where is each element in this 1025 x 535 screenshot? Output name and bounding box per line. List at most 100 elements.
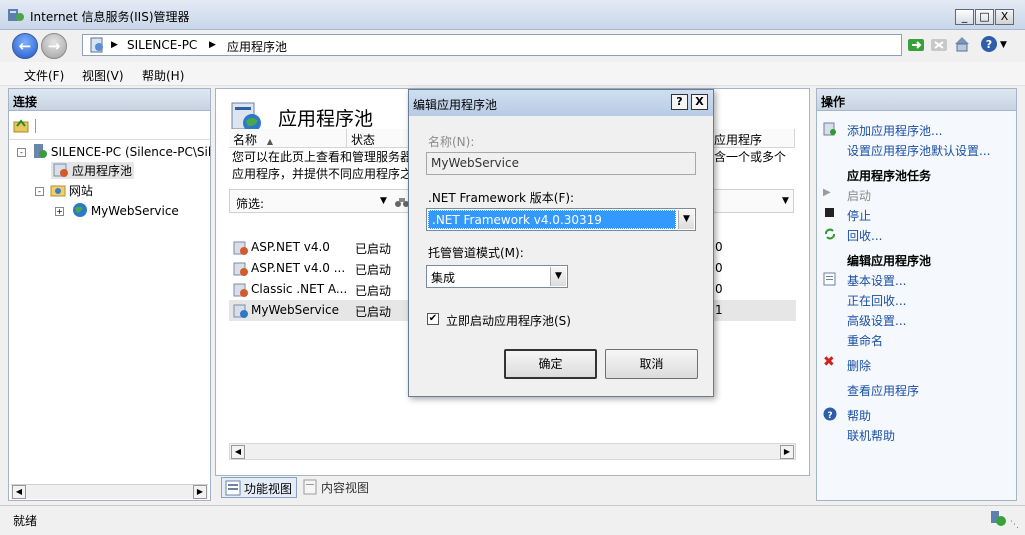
start-icon: ▶ — [823, 187, 831, 198]
menu-file[interactable]: 文件(F) — [24, 67, 64, 84]
dialog-help-button[interactable]: ? — [671, 94, 688, 110]
minimize-button[interactable]: _ — [955, 9, 974, 25]
scroll-right-icon[interactable]: ▶ — [193, 485, 207, 499]
expand-toggle-icon[interactable]: + — [55, 207, 64, 216]
cancel-button[interactable]: 取消 — [605, 349, 698, 379]
tab-feature-view[interactable]: 功能视图 — [221, 477, 297, 498]
address-segment-app-pools[interactable]: 应用程序池 — [227, 38, 287, 55]
pipeline-label: 托管管道模式(M): — [428, 246, 524, 260]
app-pool-icon — [233, 304, 248, 318]
app-pool-icon — [233, 241, 248, 255]
actions-pane: 操作 添加应用程序池... 设置应用程序池默认设置... 应用程序池任务 ▶ 启… — [816, 88, 1017, 501]
address-separator: ▶ — [111, 40, 118, 50]
feature-view-icon — [225, 480, 241, 496]
connections-header: 连接 — [9, 89, 210, 111]
action-set-defaults[interactable]: 设置应用程序池默认设置... — [847, 142, 990, 159]
framework-select[interactable]: .NET Framework v4.0.30319 ▼ — [426, 208, 696, 231]
name-label: 名称(N): — [428, 135, 475, 149]
cell-status: 已启动 — [355, 284, 392, 298]
tree-node-sites[interactable]: - 网站 — [35, 182, 93, 199]
content-view-icon — [303, 479, 317, 495]
tree-horizontal-scrollbar[interactable]: ◀ ▶ — [11, 484, 208, 499]
group-dropdown-arrow[interactable]: ▼ — [782, 196, 789, 206]
connect-icon[interactable] — [13, 118, 29, 134]
stop-loading-icon[interactable] — [930, 36, 948, 54]
tree-label: MyWebService — [90, 204, 179, 218]
action-online-help[interactable]: 联机帮助 — [847, 427, 895, 444]
cell-apps: 0 — [715, 240, 723, 254]
tree-label: 应用程序池 — [72, 164, 133, 178]
help-circle-icon: ? — [823, 407, 837, 421]
scroll-left-icon[interactable]: ◀ — [12, 485, 26, 499]
cell-apps: 0 — [715, 261, 723, 275]
cell-name: ASP.NET v4.0 — [251, 240, 330, 254]
autostart-checkbox[interactable]: ✔ — [427, 313, 439, 325]
action-start[interactable]: 启动 — [847, 187, 871, 204]
address-segment-server[interactable]: SILENCE-PC — [127, 38, 197, 52]
scroll-right-icon[interactable]: ▶ — [780, 445, 794, 459]
forward-arrow-icon[interactable]: → — [41, 33, 67, 59]
menu-help[interactable]: 帮助(H) — [142, 67, 184, 84]
help-icon[interactable]: ? — [980, 35, 998, 53]
action-recycle[interactable]: 回收... — [847, 227, 882, 244]
action-stop[interactable]: 停止 — [847, 207, 871, 224]
scroll-left-icon[interactable]: ◀ — [231, 445, 245, 459]
dialog-close-button[interactable]: X — [691, 94, 708, 110]
collapse-toggle-icon[interactable]: - — [35, 187, 44, 196]
add-pool-icon — [823, 122, 836, 136]
address-bar[interactable]: ▶ SILENCE-PC ▶ 应用程序池 — [82, 34, 902, 56]
refresh-icon[interactable] — [907, 36, 925, 54]
website-globe-icon — [72, 203, 87, 217]
connections-pane: 连接 - SILENCE-PC (Silence-PC\Sil 应用程序池 - … — [8, 88, 211, 501]
ok-button[interactable]: 确定 — [504, 349, 597, 379]
tree-divider — [9, 139, 210, 140]
column-name-label: 名称 — [233, 133, 258, 147]
cell-status: 已启动 — [355, 242, 392, 256]
filter-dropdown-arrow[interactable]: ▼ — [380, 196, 387, 206]
stop-icon — [825, 208, 834, 217]
list-horizontal-scrollbar[interactable]: ◀ ▶ — [229, 443, 796, 460]
tree-node-mywebservice[interactable]: + MyWebService — [55, 202, 179, 218]
cell-name: MyWebService — [251, 303, 339, 317]
filter-label: 筛选: — [236, 197, 265, 211]
pipeline-select[interactable]: 集成 ▼ — [426, 265, 568, 288]
action-delete[interactable]: 删除 — [847, 357, 871, 374]
back-arrow-icon[interactable]: ← — [12, 33, 38, 59]
toolbar-divider — [35, 119, 36, 133]
maximize-button[interactable]: □ — [975, 9, 994, 25]
framework-label: .NET Framework 版本(F): — [428, 191, 575, 205]
action-recycling[interactable]: 正在回收... — [847, 292, 906, 309]
action-rename[interactable]: 重命名 — [847, 332, 883, 349]
action-help[interactable]: 帮助 — [847, 407, 871, 424]
tree-node-app-pools[interactable]: 应用程序池 — [51, 162, 135, 179]
action-basic-settings[interactable]: 基本设置... — [847, 272, 906, 289]
action-advanced-settings[interactable]: 高级设置... — [847, 312, 906, 329]
cell-status: 已启动 — [355, 263, 392, 277]
column-header-status[interactable]: 状态 — [347, 129, 409, 148]
resize-grip-icon[interactable]: ⋱ — [1010, 520, 1019, 530]
column-header-apps[interactable]: 应用程序 — [710, 129, 795, 148]
action-view-apps[interactable]: 查看应用程序 — [847, 382, 919, 399]
cell-status: 已启动 — [355, 305, 392, 319]
help-dropdown-arrow[interactable]: ▼ — [1000, 40, 1007, 50]
chevron-down-icon[interactable]: ▼ — [550, 267, 566, 286]
chevron-down-icon[interactable]: ▼ — [678, 210, 694, 229]
home-icon[interactable] — [953, 35, 971, 53]
dialog-title: 编辑应用程序池 — [413, 98, 498, 112]
column-header-name[interactable]: 名称 ▲ — [229, 129, 347, 148]
app-pool-icon — [233, 283, 248, 297]
collapse-toggle-icon[interactable]: - — [17, 148, 26, 157]
sites-folder-icon — [50, 185, 66, 197]
settings-page-icon — [823, 272, 836, 286]
close-button[interactable]: X — [995, 9, 1014, 25]
app-pool-icon — [233, 262, 248, 276]
tab-content-view[interactable]: 内容视图 — [300, 477, 372, 498]
tree-label: SILENCE-PC (Silence-PC\Sil — [50, 145, 212, 159]
tree-node-server[interactable]: - SILENCE-PC (Silence-PC\Sil — [17, 143, 211, 159]
autostart-label[interactable]: 立即启动应用程序池(S) — [446, 312, 571, 329]
description-tail: 含一个或多个 — [714, 150, 787, 164]
page-title: 应用程序池 — [278, 108, 374, 130]
menu-view[interactable]: 视图(V) — [82, 67, 124, 84]
action-add-app-pool[interactable]: 添加应用程序池... — [847, 122, 942, 139]
name-field: MyWebService — [426, 152, 696, 175]
